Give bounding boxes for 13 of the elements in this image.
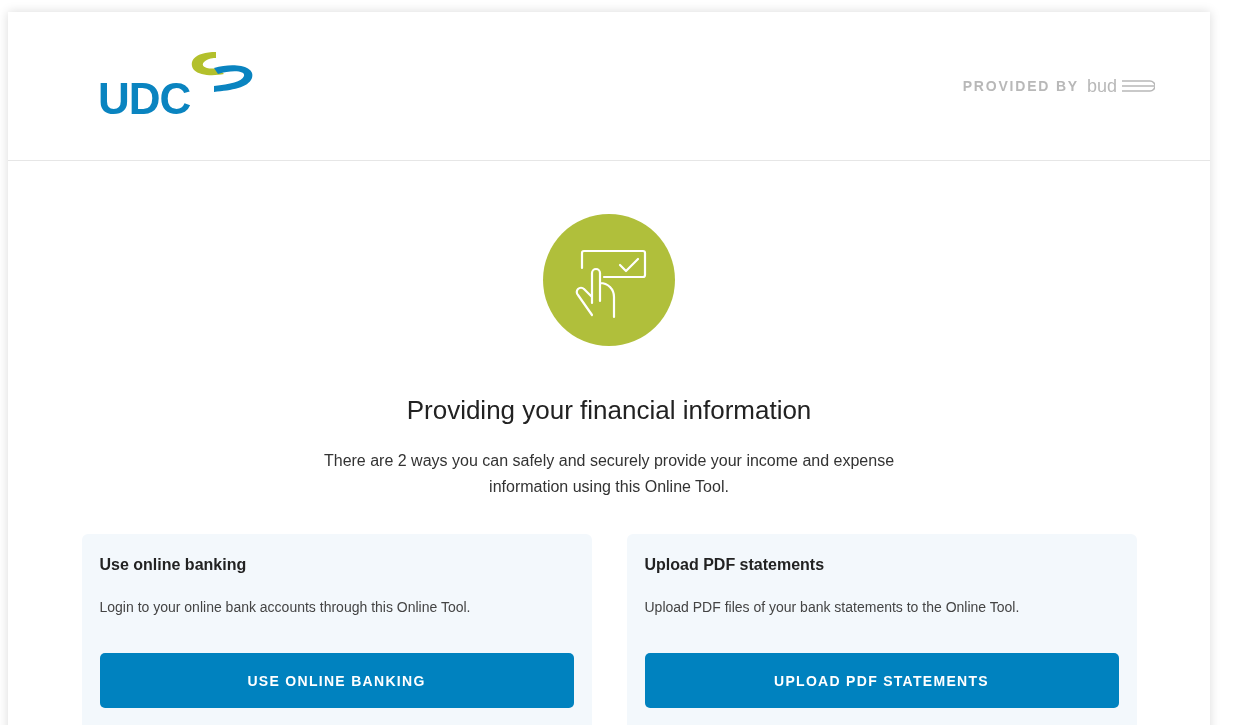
- option-description: Login to your online bank accounts through this Online Tool.: [99, 599, 472, 615]
- option-button[interactable]: USE ONLINE BANKING: [99, 653, 574, 708]
- option-button[interactable]: UPLOAD PDF STATEMENTS: [644, 653, 1119, 708]
- stripes-icon: [1121, 79, 1155, 93]
- option-description: Upload PDF files of your bank statements to the Online Tool.: [644, 599, 1021, 615]
- logo-text: UDC: [98, 74, 191, 124]
- touch-checkbox-icon: [542, 213, 676, 347]
- option-title: Upload PDF statements: [644, 556, 826, 574]
- provider-logo-text: bud: [1086, 75, 1117, 97]
- page-heading: Providing your financial information: [406, 395, 812, 426]
- option-title: Use online banking: [99, 556, 248, 574]
- provided-by-label: PROVIDED BY: [962, 78, 1079, 94]
- intro-text: There are 2 ways you can safely and securely provide your income and expense information using this Online Tool.: [322, 451, 896, 497]
